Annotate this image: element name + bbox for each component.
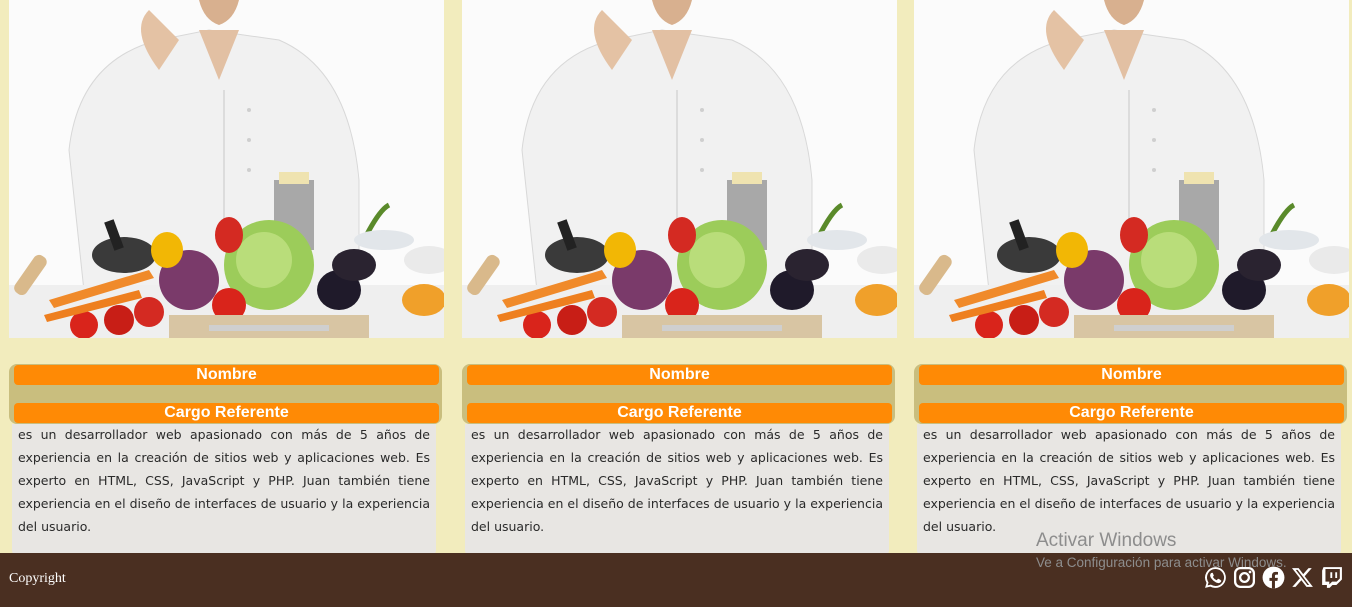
card-description: es un desarrollador web apasionado con m…	[923, 427, 1335, 534]
chef-photo	[462, 0, 897, 338]
copyright-text: Copyright	[9, 571, 66, 586]
card-role: Cargo Referente	[919, 403, 1344, 423]
windows-activation-watermark: Activar Windows Ve a Configuración para …	[1036, 530, 1287, 570]
card-name: Nombre	[919, 365, 1344, 385]
card-role: Cargo Referente	[467, 403, 892, 423]
name-role-panel: Nombre Cargo Referente	[9, 364, 442, 424]
card-role: Cargo Referente	[14, 403, 439, 423]
card-description-box: es un desarrollador web apasionado con m…	[12, 424, 436, 556]
card-name: Nombre	[14, 365, 439, 385]
card-description-box: es un desarrollador web apasionado con m…	[465, 424, 889, 556]
chef-photo	[914, 0, 1349, 338]
name-role-panel: Nombre Cargo Referente	[914, 364, 1347, 424]
name-role-panel: Nombre Cargo Referente	[462, 364, 895, 424]
watermark-subtitle: Ve a Configuración para activar Windows.	[1036, 555, 1287, 570]
card-name: Nombre	[467, 365, 892, 385]
x-icon[interactable]	[1290, 565, 1315, 590]
card-description: es un desarrollador web apasionado con m…	[471, 427, 883, 534]
card-description: es un desarrollador web apasionado con m…	[18, 427, 430, 534]
watermark-title: Activar Windows	[1036, 530, 1177, 551]
chef-photo	[9, 0, 444, 338]
twitch-icon[interactable]	[1319, 565, 1344, 590]
